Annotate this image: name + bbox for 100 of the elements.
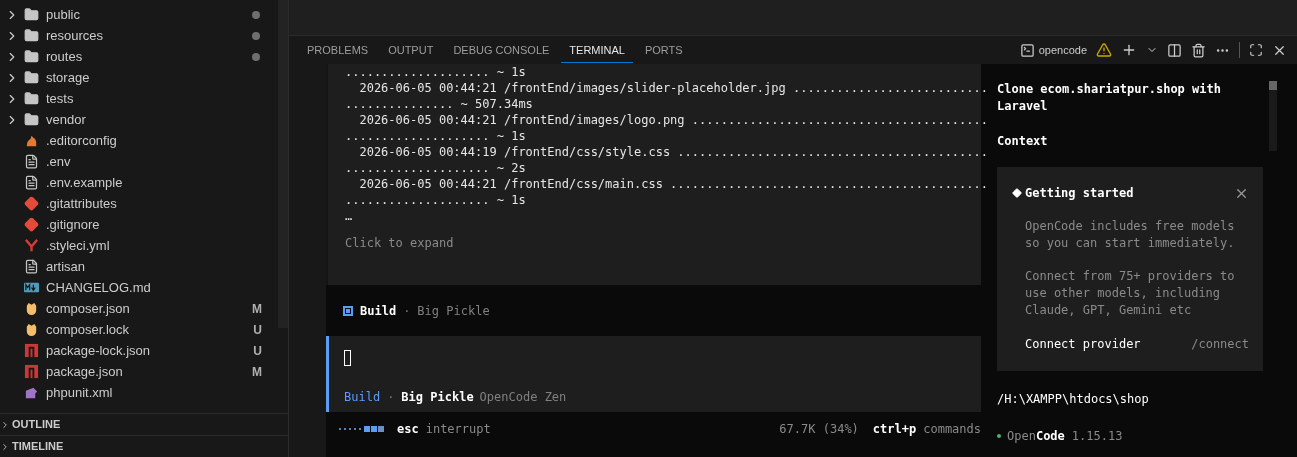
file-tree-item[interactable]: tests: [0, 88, 278, 109]
agent-mode: Build: [360, 302, 397, 320]
file-name: .editorconfig: [46, 131, 118, 150]
connect-provider-link[interactable]: Connect provider: [1025, 335, 1192, 353]
agent-mode: Build: [344, 389, 381, 406]
folder-icon: [24, 112, 39, 127]
git-status: U: [253, 321, 262, 339]
file-icon: [24, 154, 39, 169]
log-line: …: [345, 208, 354, 224]
folder-icon: [24, 28, 39, 43]
file-tree-item[interactable]: .editorconfig: [0, 130, 278, 151]
file-tree-item[interactable]: .gitattributes: [0, 193, 278, 214]
file-tree-item[interactable]: phpunit.xml: [0, 382, 278, 403]
file-tree-item[interactable]: package.json M: [0, 361, 278, 382]
section-header[interactable]: OUTLINE: [0, 413, 288, 435]
git-status: U: [253, 342, 262, 360]
git-status: M: [252, 363, 262, 381]
panel-tab[interactable]: PORTS: [636, 37, 691, 63]
file-tree-item[interactable]: CHANGELOG.md: [0, 277, 278, 298]
file-name: CHANGELOG.md: [46, 278, 152, 297]
separator: ·: [403, 302, 411, 320]
file-name: .gitattributes: [46, 194, 118, 213]
file-tree-item[interactable]: composer.lock U: [0, 319, 278, 340]
file-tree-item[interactable]: composer.json M: [0, 298, 278, 319]
diamond-icon: [24, 196, 39, 211]
file-name: composer.json: [46, 299, 131, 318]
add-icon[interactable]: [1121, 42, 1137, 58]
file-name: phpunit.xml: [46, 383, 114, 402]
maximize-icon[interactable]: [1249, 43, 1263, 57]
file-name: routes: [46, 47, 84, 66]
card-text: OpenCode includes free models so you can start immediately.: [1025, 218, 1236, 252]
file-name: artisan: [46, 257, 87, 276]
app-name: OpenCode: [1007, 428, 1065, 445]
key-action: commands: [923, 421, 981, 438]
text-cursor: [344, 350, 351, 366]
file-tree-item[interactable]: resources: [0, 25, 278, 46]
file-name: storage: [46, 68, 91, 87]
y-shape-icon: [24, 238, 39, 253]
file-tree-item[interactable]: .styleci.yml: [0, 235, 278, 256]
folder-icon: [24, 7, 39, 22]
file-name: .styleci.yml: [46, 236, 111, 255]
context-heading: Context: [997, 133, 1049, 150]
model-name: Big Pickle: [417, 302, 490, 320]
log-line: .................... ~ 2s: [345, 160, 527, 176]
log-line: ............... ~ 507.34ms: [345, 96, 534, 112]
section-title: TIMELINE: [12, 439, 64, 455]
file-tree-item[interactable]: .env: [0, 151, 278, 172]
command-hint: /connect: [1191, 336, 1249, 353]
token-usage: 67.7K (34%): [779, 421, 859, 438]
expand-hint[interactable]: Click to expand: [345, 234, 981, 252]
file-tree-item[interactable]: artisan: [0, 256, 278, 277]
model-name: Big Pickle: [401, 389, 474, 406]
trash-icon[interactable]: [1191, 42, 1206, 58]
file-name: composer.lock: [46, 320, 131, 339]
split-icon[interactable]: [1167, 42, 1182, 58]
file-tree-item[interactable]: public: [0, 4, 278, 25]
progress-spinner-icon: [339, 425, 387, 433]
prompt-box[interactable]: Build · Big Pickle OpenCode Zen: [326, 336, 981, 412]
file-tree-item[interactable]: package-lock.json U: [0, 340, 278, 361]
working-directory: /H:\XAMPP\htdocs\shop: [997, 391, 1150, 408]
log-line: .................... ~ 1s: [345, 192, 527, 208]
key-label: ctrl+p: [872, 421, 917, 438]
terminal-icon: [1019, 42, 1035, 58]
panel-tab[interactable]: DEBUG CONSOLE: [445, 37, 558, 63]
provider-name: OpenCode Zen: [479, 389, 567, 406]
key-action: interrupt: [425, 421, 491, 438]
file-name: package.json: [46, 362, 124, 381]
folder-icon: [24, 91, 39, 106]
file-name: tests: [46, 89, 75, 108]
file-name: .gitignore: [46, 215, 101, 234]
session-title: Clone ecom.shariatpur.shop with Laravel: [997, 81, 1222, 115]
file-name: .env: [46, 152, 72, 171]
panel-tab[interactable]: TERMINAL: [561, 37, 633, 63]
file-tree-item[interactable]: .env.example: [0, 172, 278, 193]
diamond-icon: [24, 217, 39, 232]
diamond-icon: [1012, 188, 1022, 198]
separator: ·: [387, 389, 395, 406]
log-line: .................... ~ 1s: [345, 128, 527, 144]
key-label: esc: [397, 421, 419, 438]
git-status: M: [252, 300, 262, 318]
panel-tab[interactable]: PROBLEMS: [299, 37, 377, 63]
file-tree-item[interactable]: vendor: [0, 109, 278, 130]
scrollbar[interactable]: [1269, 81, 1277, 151]
file-name: .env.example: [46, 173, 124, 192]
section-header[interactable]: TIMELINE: [0, 435, 288, 457]
section-title: OUTLINE: [12, 417, 61, 433]
file-tree-item[interactable]: routes: [0, 46, 278, 67]
folder-icon: [24, 70, 39, 85]
markdown-icon: [24, 280, 39, 295]
file-name: package-lock.json: [46, 341, 152, 360]
warning-icon[interactable]: [1096, 42, 1112, 58]
card-title: Getting started: [1025, 185, 1135, 202]
file-icon: [24, 175, 39, 190]
file-tree-item[interactable]: storage: [0, 67, 278, 88]
file-name: vendor: [46, 110, 87, 129]
file-tree-item[interactable]: .gitignore: [0, 214, 278, 235]
log-line: .................... ~ 1s: [345, 64, 527, 80]
panel-tab[interactable]: OUTPUT: [380, 37, 442, 63]
terminal-selector[interactable]: opencode: [1019, 41, 1087, 59]
file-name: resources: [46, 26, 105, 45]
